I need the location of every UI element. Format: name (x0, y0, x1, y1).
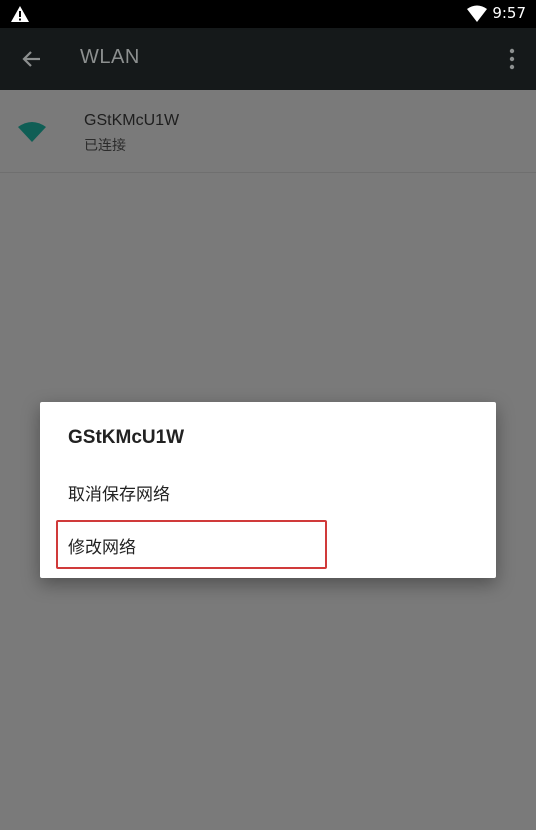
wifi-icon (467, 5, 487, 22)
network-status: 已连接 (84, 138, 126, 154)
status-bar: 9:57 (0, 0, 536, 28)
warning-icon (11, 6, 29, 22)
dialog-title: GStKMcU1W (68, 427, 185, 448)
page-title: WLAN (80, 46, 140, 68)
status-time: 9:57 (492, 4, 526, 22)
app-toolbar: WLAN (0, 28, 536, 90)
modify-network-option[interactable]: 修改网络 (68, 533, 136, 558)
overflow-menu-button[interactable] (500, 46, 524, 72)
more-vert-icon (509, 48, 515, 70)
network-list-item[interactable]: GStKMcU1W 已连接 (0, 90, 536, 173)
network-name: GStKMcU1W (84, 112, 180, 129)
network-options-dialog: GStKMcU1W 取消保存网络 修改网络 (40, 402, 496, 578)
forget-network-option[interactable]: 取消保存网络 (68, 480, 170, 505)
back-button[interactable] (14, 46, 50, 72)
arrow-left-icon (22, 51, 40, 67)
wifi-signal-icon (18, 122, 46, 142)
